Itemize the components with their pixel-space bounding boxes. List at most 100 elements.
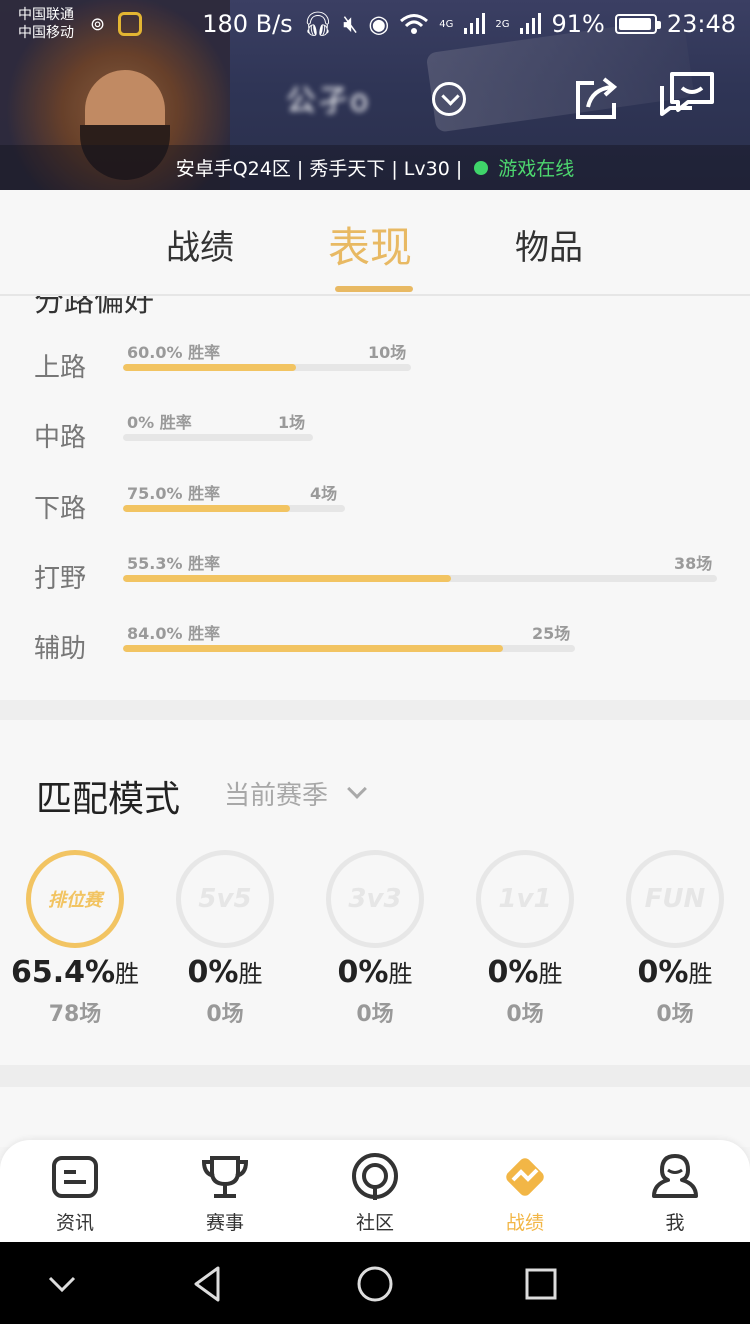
3v3-mode-icon: 3v3 <box>326 850 424 948</box>
mode-stat: 0%胜 <box>450 954 600 990</box>
mute-icon: 🔇︎ <box>343 10 359 38</box>
lane-row-bottom: 下路 75.0% 胜率 4场 <box>0 480 750 530</box>
lane-progress-bar <box>123 645 575 652</box>
mode-win-suffix: 胜 <box>688 960 713 988</box>
lane-win-rate: 60.0% 胜率 <box>127 343 221 362</box>
lane-win-rate: 75.0% 胜率 <box>127 484 221 503</box>
nav-label: 社区 <box>355 1212 394 1234</box>
lane-row-mid: 中路 0% 胜率 1场 <box>0 409 750 459</box>
tab-performance[interactable]: 表现 <box>328 214 412 275</box>
lane-name: 辅助 <box>34 634 87 664</box>
chevron-down-icon[interactable] <box>347 779 367 799</box>
nav-label: 资讯 <box>55 1212 94 1234</box>
trophy-icon <box>201 1156 249 1198</box>
mode-1v1[interactable]: 1v1 0%胜 0场 <box>450 850 600 1030</box>
wifi-icon <box>400 14 429 34</box>
network-speed: 180 B/s <box>202 10 293 38</box>
lane-progress-bar <box>123 434 313 441</box>
mode-5v5[interactable]: 5v5 0%胜 0场 <box>150 850 300 1030</box>
mode-stat: 0%胜 <box>600 954 750 990</box>
back-icon[interactable] <box>186 1262 230 1306</box>
nav-community[interactable]: 社区 <box>300 1140 450 1242</box>
account-switch-chevron-icon[interactable] <box>432 82 466 116</box>
nav-label: 我 <box>665 1212 685 1234</box>
mode-games: 0场 <box>656 1002 694 1027</box>
fun-mode-icon: FUN <box>626 850 724 948</box>
lane-games: 10场 <box>368 343 407 362</box>
mode-win-pct: 65.4% <box>10 955 116 990</box>
recents-icon[interactable] <box>519 1262 563 1306</box>
tab-items[interactable]: 物品 <box>515 220 583 269</box>
mode-3v3[interactable]: 3v3 0%胜 0场 <box>300 850 450 1030</box>
network-4g-label: 4G <box>439 18 454 30</box>
mode-win-suffix: 胜 <box>238 960 263 988</box>
lane-progress-fill <box>123 575 452 582</box>
mode-win-pct: 0% <box>637 955 689 990</box>
lane-row-top: 上路 60.0% 胜率 10场 <box>0 339 750 389</box>
chevron-down-icon[interactable] <box>40 1262 84 1306</box>
mode-games: 78场 <box>48 1002 102 1027</box>
lane-progress-fill <box>123 364 296 371</box>
lane-name: 上路 <box>34 353 87 383</box>
5v5-mode-icon: 5v5 <box>176 850 274 948</box>
news-icon <box>52 1156 98 1198</box>
mode-games: 0场 <box>206 1002 244 1027</box>
nav-events[interactable]: 赛事 <box>150 1140 300 1242</box>
lane-name: 中路 <box>34 423 87 453</box>
lane-games: 1场 <box>278 413 306 432</box>
nav-news[interactable]: 资讯 <box>0 1140 150 1242</box>
lane-name: 打野 <box>34 564 87 594</box>
message-icon[interactable] <box>658 70 716 122</box>
carrier-2: 中国移动 <box>18 25 74 41</box>
lane-progress-bar <box>123 505 345 512</box>
lane-row-support: 辅助 84.0% 胜率 25场 <box>0 620 750 670</box>
active-tab-indicator <box>335 286 413 292</box>
lane-progress-bar <box>123 364 411 371</box>
lane-row-jungle: 打野 55.3% 胜率 38场 <box>0 550 750 600</box>
next-section-placeholder <box>0 1087 750 1147</box>
headphone-icon: 🎧︎ <box>302 10 334 38</box>
profile-icon <box>652 1154 698 1198</box>
lane-progress-bar <box>123 575 717 582</box>
signal-icon-1 <box>464 13 486 34</box>
notification-icon: ⊚ <box>90 14 106 35</box>
status-bar: 中国联通 中国移动 ⊚ 180 B/s 🎧︎ 🔇︎ ◉ 4G 2G 91% 23… <box>0 0 750 50</box>
tab-bar: 战绩 表现 物品 <box>0 190 750 296</box>
battery-percent: 91% <box>551 10 605 38</box>
bottom-navigation: 资讯 赛事 社区 战绩 我 <box>0 1140 750 1242</box>
season-selector[interactable]: 当前赛季 <box>224 775 328 812</box>
status-right: 180 B/s 🎧︎ 🔇︎ ◉ 4G 2G 91% 23:48 <box>202 10 736 38</box>
lane-progress-fill <box>123 505 290 512</box>
share-icon[interactable] <box>572 75 622 121</box>
title-row: 公孑o <box>0 70 750 130</box>
1v1-mode-icon: 1v1 <box>476 850 574 948</box>
app-notification-icon <box>118 12 142 36</box>
system-navigation-bar <box>0 1242 750 1324</box>
mode-games: 0场 <box>356 1002 394 1027</box>
lane-preference-section: 分路偏好 上路 60.0% 胜率 10场 中路 0% 胜率 1场 下路 75.0… <box>0 296 750 700</box>
mode-win-suffix: 胜 <box>388 960 413 988</box>
online-status: 游戏在线 <box>498 158 575 180</box>
mode-ranked[interactable]: 排位赛 65.4%胜 78场 <box>0 850 150 1030</box>
nav-stats[interactable]: 战绩 <box>450 1140 600 1242</box>
lane-win-rate: 0% 胜率 <box>127 413 192 432</box>
mode-win-pct: 0% <box>337 955 389 990</box>
mode-fun[interactable]: FUN 0%胜 0场 <box>600 850 750 1030</box>
match-mode-title: 匹配模式 <box>36 779 181 820</box>
lane-section-heading: 分路偏好 <box>34 296 154 319</box>
mode-win-pct: 0% <box>187 955 239 990</box>
profile-header: 中国联通 中国移动 ⊚ 180 B/s 🎧︎ 🔇︎ ◉ 4G 2G 91% 23… <box>0 0 750 190</box>
match-mode-section: 匹配模式 当前赛季 排位赛 65.4%胜 78场 5v5 0%胜 0场 3v3 … <box>0 720 750 1065</box>
home-icon[interactable] <box>353 1262 397 1306</box>
mode-games: 0场 <box>506 1002 544 1027</box>
player-name[interactable]: 公孑o <box>286 76 426 120</box>
lane-games: 4场 <box>310 484 338 503</box>
eye-icon: ◉ <box>368 10 390 38</box>
lane-games: 25场 <box>532 624 571 643</box>
server-info-bar: 安卓手Q24区 | 秀手天下 | Lv30 | 游戏在线 <box>0 145 750 190</box>
mode-stat: 0%胜 <box>150 954 300 990</box>
tab-record[interactable]: 战绩 <box>166 220 234 269</box>
lane-games: 38场 <box>674 554 713 573</box>
nav-me[interactable]: 我 <box>600 1140 750 1242</box>
network-2g-label: 2G <box>495 18 510 30</box>
